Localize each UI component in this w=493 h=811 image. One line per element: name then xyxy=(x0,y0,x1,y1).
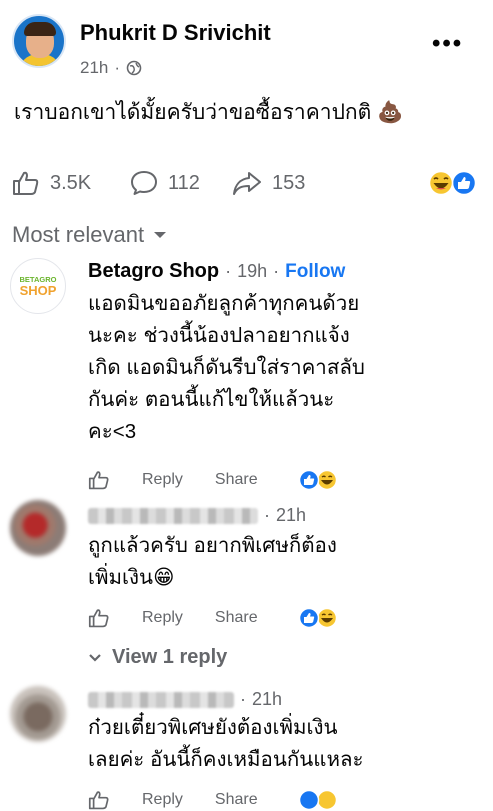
share-comment-button[interactable]: Share xyxy=(215,609,258,627)
comment-like-icon[interactable] xyxy=(88,470,110,490)
comment-line: เพิ่มเงิน😁 xyxy=(88,566,175,589)
meta-separator: · xyxy=(225,261,232,281)
betagro-logo-icon: BETAGRO SHOP xyxy=(20,275,57,298)
comment-reactions[interactable] xyxy=(298,607,340,629)
meta-separator: · xyxy=(273,261,280,281)
comment-text: ก๋วยเตี๋ยวพิเศษยังต้องเพิ่มเงิน เลยค่ะ อ… xyxy=(88,712,364,776)
comment-like-icon[interactable] xyxy=(88,790,110,810)
meta-separator: · xyxy=(114,58,121,77)
share-button[interactable]: 153 xyxy=(232,170,305,196)
comment-time[interactable]: 19h xyxy=(237,261,267,282)
comment-line: แอดมินขออภัยลูกค้าทุกคนด้วย xyxy=(88,292,360,315)
commenter-avatar-betagro[interactable]: BETAGRO SHOP xyxy=(10,258,66,314)
post-meta: 21h · xyxy=(80,58,142,78)
comment-time[interactable]: 21h xyxy=(276,505,306,526)
comment-line: เลยค่ะ อันนี้ก็คงเหมือนกันแหละ xyxy=(88,748,364,771)
comment-header: · 21h xyxy=(88,689,282,710)
follow-button[interactable]: Follow xyxy=(285,261,345,283)
poop-emoji-icon: 💩 xyxy=(377,101,404,124)
view-replies-label: View 1 reply xyxy=(112,646,228,668)
meta-separator: · xyxy=(240,689,246,709)
comment-line: ถูกแล้วครับ อยากพิเศษก็ต้อง xyxy=(88,534,337,557)
commenter-avatar-blurred[interactable] xyxy=(10,500,66,556)
comment-sort-dropdown[interactable]: Most relevant xyxy=(12,222,167,248)
sort-label: Most relevant xyxy=(12,222,145,247)
share-comment-button[interactable]: Share xyxy=(215,791,258,809)
commenter-name-blurred[interactable] xyxy=(88,691,234,708)
post-text-body: เราบอกเขาได้มั้ยครับว่าขอซื้อราคาปกติ xyxy=(14,101,372,124)
comment-reactions[interactable] xyxy=(298,469,340,491)
like-count: 3.5K xyxy=(50,171,92,194)
post-time[interactable]: 21h xyxy=(80,58,108,78)
view-replies-button[interactable]: View 1 reply xyxy=(88,646,227,669)
meta-separator: · xyxy=(264,505,270,525)
comment-count: 112 xyxy=(168,171,200,194)
post-text: เราบอกเขาได้มั้ยครับว่าขอซื้อราคาปกติ 💩 xyxy=(14,96,403,129)
like-button[interactable]: 3.5K xyxy=(12,170,91,196)
reply-button[interactable]: Reply xyxy=(142,471,183,489)
avatar-hair xyxy=(24,22,56,36)
comment-line: กันค่ะ ตอนนี้แก้ไขให้แล้วนะ xyxy=(88,388,335,411)
reply-button[interactable]: Reply xyxy=(142,609,183,627)
comment-text-betagro: แอดมินขออภัยลูกค้าทุกคนด้วย นะคะ ช่วงนี้… xyxy=(88,288,365,448)
comment-header-betagro: Betagro Shop · 19h · Follow xyxy=(88,260,345,283)
chevron-down-icon xyxy=(88,653,102,663)
comment-line: เกิด แอดมินก็ดันรีบใส่ราคาสลับ xyxy=(88,356,365,379)
comment-actions: Reply Share xyxy=(88,470,258,490)
reaction-summary[interactable] xyxy=(428,170,478,196)
comment-actions: Reply Share xyxy=(88,790,258,810)
comment-line: คะ<3 xyxy=(88,420,137,443)
thumbs-up-icon xyxy=(12,170,40,196)
reply-button[interactable]: Reply xyxy=(142,791,183,809)
svg-text:SHOP: SHOP xyxy=(20,283,57,298)
more-options-icon[interactable]: ••• xyxy=(432,30,463,58)
post-author-name[interactable]: Phukrit D Srivichit xyxy=(80,20,271,46)
author-avatar[interactable] xyxy=(12,14,66,68)
commenter-name-blurred[interactable] xyxy=(88,507,258,524)
share-comment-button[interactable]: Share xyxy=(215,471,258,489)
comment-reactions[interactable] xyxy=(298,789,340,811)
comment-actions: Reply Share xyxy=(88,608,258,628)
share-count: 153 xyxy=(272,171,306,194)
comment-like-icon[interactable] xyxy=(88,608,110,628)
comment-time[interactable]: 21h xyxy=(252,689,282,710)
comment-header: · 21h xyxy=(88,505,306,526)
commenter-avatar-blurred[interactable] xyxy=(10,686,66,742)
comment-text: ถูกแล้วครับ อยากพิเศษก็ต้อง เพิ่มเงิน😁 xyxy=(88,530,337,594)
caret-down-icon xyxy=(154,231,167,239)
commenter-name[interactable]: Betagro Shop xyxy=(88,260,219,283)
comment-line: ก๋วยเตี๋ยวพิเศษยังต้องเพิ่มเงิน xyxy=(88,716,338,739)
globe-icon xyxy=(126,60,142,76)
comment-line: นะคะ ช่วงนี้น้องปลาอยากแจ้ง xyxy=(88,324,350,347)
comment-button[interactable]: 112 xyxy=(130,170,200,196)
share-arrow-icon xyxy=(232,170,262,196)
comment-bubble-icon xyxy=(130,170,158,196)
